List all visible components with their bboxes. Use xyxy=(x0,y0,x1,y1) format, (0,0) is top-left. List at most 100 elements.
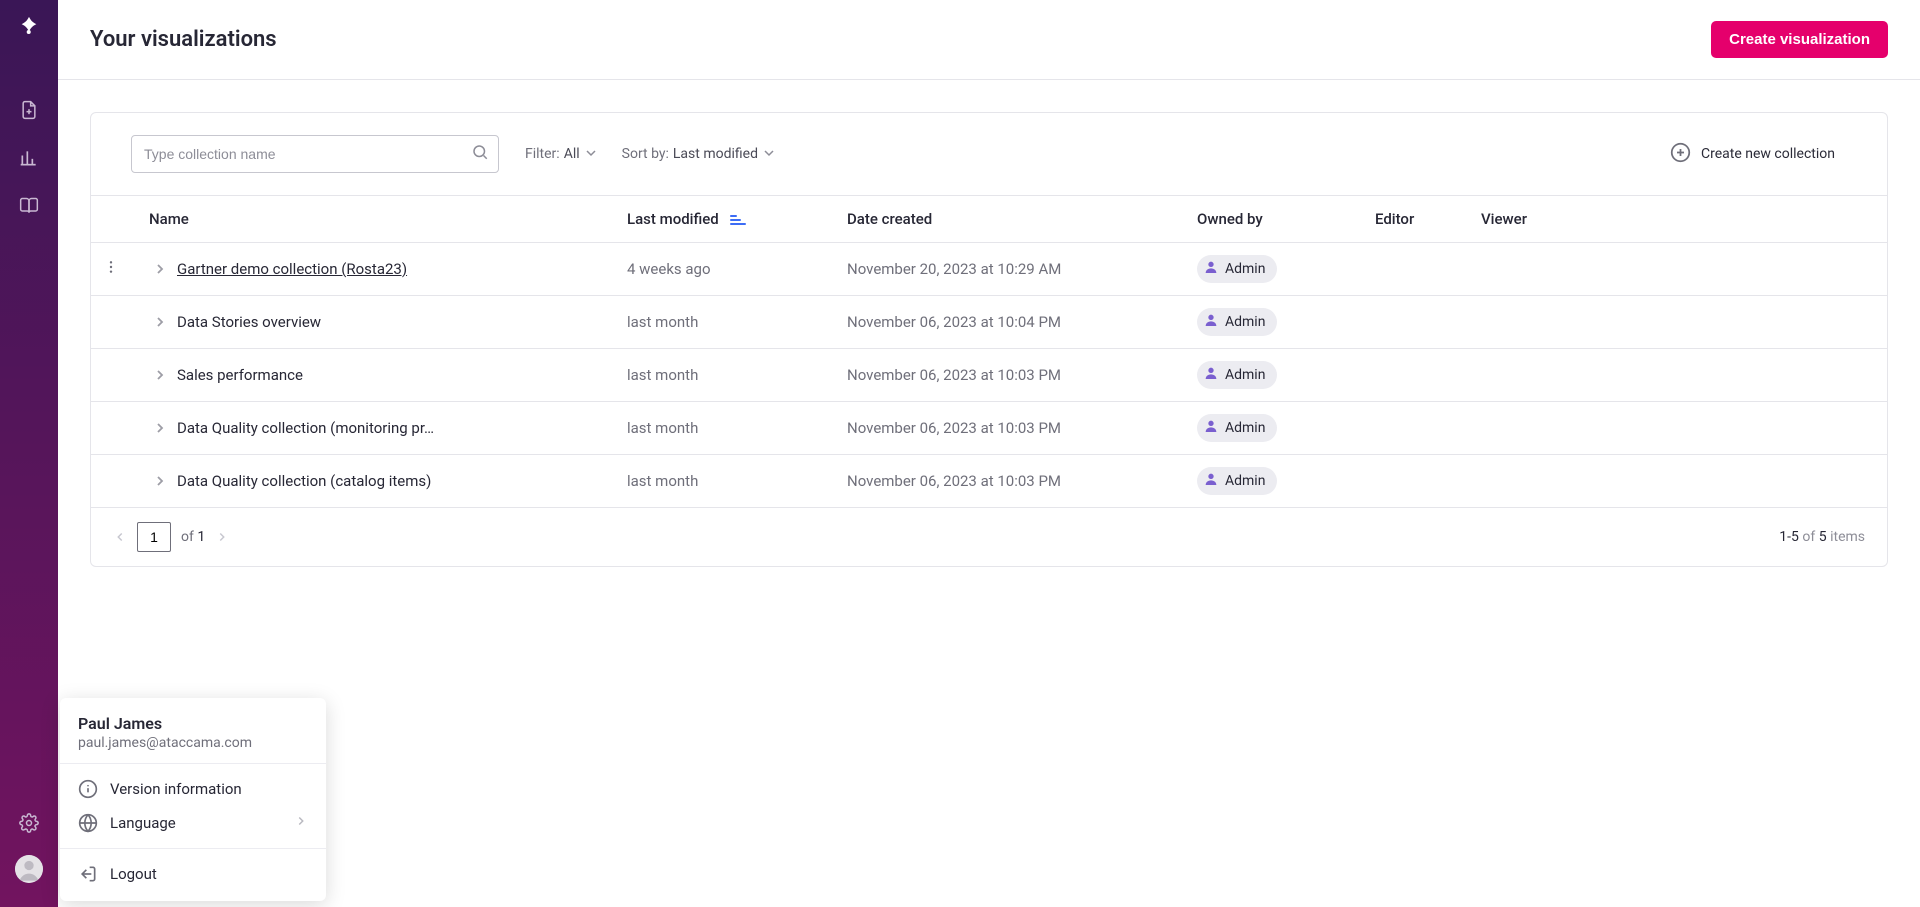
owner-chip[interactable]: Admin xyxy=(1197,361,1277,389)
cell-last-modified: last month xyxy=(609,296,829,349)
current-page-input[interactable] xyxy=(137,522,171,552)
table-row[interactable]: Data Quality collection (catalog items) l… xyxy=(91,455,1887,508)
person-icon xyxy=(1203,259,1219,279)
create-collection-label: Create new collection xyxy=(1701,146,1835,162)
menu-item-label: Version information xyxy=(110,780,308,798)
cell-owned-by: Admin xyxy=(1179,349,1357,402)
cell-date-created: November 20, 2023 at 10:29 AM xyxy=(829,243,1179,296)
filter-label: Filter: xyxy=(525,146,560,162)
menu-item-label: Language xyxy=(110,814,282,832)
sort-asc-icon xyxy=(730,214,746,226)
avatar[interactable] xyxy=(15,855,43,883)
user-menu-popup: Paul James paul.james@ataccama.com Versi… xyxy=(60,698,326,901)
cell-editor xyxy=(1357,402,1463,455)
nav-item-documents[interactable] xyxy=(0,86,58,134)
filter-value: All xyxy=(564,146,580,162)
items-count: 1-5 of 5 items xyxy=(1779,529,1865,545)
collections-card: Filter: All Sort by: Last modified xyxy=(90,112,1888,567)
collection-name[interactable]: Data Quality collection (catalog items) xyxy=(177,472,431,490)
col-header-last-modified[interactable]: Last modified xyxy=(609,196,829,243)
cell-viewer xyxy=(1463,455,1887,508)
collection-name[interactable]: Sales performance xyxy=(177,366,303,384)
cell-last-modified: 4 weeks ago xyxy=(609,243,829,296)
cell-last-modified: last month xyxy=(609,455,829,508)
col-header-owned-by[interactable]: Owned by xyxy=(1179,196,1357,243)
col-header-date-created[interactable]: Date created xyxy=(829,196,1179,243)
chevron-right-icon xyxy=(294,814,308,832)
menu-item-label: Logout xyxy=(110,865,308,883)
cell-viewer xyxy=(1463,402,1887,455)
owner-chip[interactable]: Admin xyxy=(1197,414,1277,442)
expand-toggle[interactable] xyxy=(149,423,171,433)
owner-chip[interactable]: Admin xyxy=(1197,308,1277,336)
owner-chip[interactable]: Admin xyxy=(1197,467,1277,495)
table-row[interactable]: Sales performance last monthNovember 06, … xyxy=(91,349,1887,402)
cell-editor xyxy=(1357,349,1463,402)
expand-toggle[interactable] xyxy=(149,370,171,380)
nav-item-visualizations[interactable] xyxy=(0,134,58,182)
app-logo[interactable] xyxy=(17,14,41,38)
person-icon xyxy=(1203,471,1219,491)
cell-viewer xyxy=(1463,349,1887,402)
table-row[interactable]: Data Quality collection (monitoring pr…l… xyxy=(91,402,1887,455)
row-actions-kebab[interactable] xyxy=(103,259,119,275)
cell-owned-by: Admin xyxy=(1179,296,1357,349)
cell-editor xyxy=(1357,455,1463,508)
sort-dropdown[interactable]: Sort by: Last modified xyxy=(622,146,774,162)
page-title: Your visualizations xyxy=(90,27,277,52)
filter-dropdown[interactable]: Filter: All xyxy=(525,146,596,162)
pager-prev[interactable] xyxy=(113,530,127,544)
search-icon xyxy=(471,143,489,165)
pager-next[interactable] xyxy=(215,530,229,544)
expand-toggle[interactable] xyxy=(149,317,171,327)
cell-owned-by: Admin xyxy=(1179,455,1357,508)
nav-item-user[interactable] xyxy=(0,847,58,895)
create-visualization-button[interactable]: Create visualization xyxy=(1711,21,1888,58)
info-icon xyxy=(78,779,98,799)
sort-label: Sort by: xyxy=(622,146,669,162)
cell-last-modified: last month xyxy=(609,349,829,402)
owner-chip[interactable]: Admin xyxy=(1197,255,1277,283)
menu-item-logout[interactable]: Logout xyxy=(60,857,326,891)
cell-editor xyxy=(1357,243,1463,296)
logout-icon xyxy=(78,864,98,884)
of-label: of xyxy=(181,529,194,545)
total-pages: 1 xyxy=(197,529,205,545)
nav-item-catalog[interactable] xyxy=(0,182,58,230)
plus-circle-icon xyxy=(1670,142,1691,167)
menu-item-version[interactable]: Version information xyxy=(60,772,326,806)
cell-viewer xyxy=(1463,243,1887,296)
user-menu-email: paul.james@ataccama.com xyxy=(78,735,308,751)
cell-date-created: November 06, 2023 at 10:03 PM xyxy=(829,349,1179,402)
collection-name[interactable]: Data Quality collection (monitoring pr… xyxy=(177,419,434,437)
expand-toggle[interactable] xyxy=(149,264,171,274)
table-row[interactable]: Data Stories overview last monthNovember … xyxy=(91,296,1887,349)
table-row[interactable]: Gartner demo collection (Rosta23) 4 weeks… xyxy=(91,243,1887,296)
user-menu-name: Paul James xyxy=(78,714,308,733)
collection-name[interactable]: Data Stories overview xyxy=(177,313,321,331)
nav-item-settings[interactable] xyxy=(0,799,58,847)
collection-name[interactable]: Gartner demo collection (Rosta23) xyxy=(177,260,407,278)
sort-value: Last modified xyxy=(673,146,758,162)
menu-item-language[interactable]: Language xyxy=(60,806,326,840)
cell-editor xyxy=(1357,296,1463,349)
caret-down-icon xyxy=(586,146,596,162)
cell-date-created: November 06, 2023 at 10:04 PM xyxy=(829,296,1179,349)
col-header-editor[interactable]: Editor xyxy=(1357,196,1463,243)
caret-down-icon xyxy=(764,146,774,162)
cell-viewer xyxy=(1463,296,1887,349)
expand-toggle[interactable] xyxy=(149,476,171,486)
cell-owned-by: Admin xyxy=(1179,243,1357,296)
globe-icon xyxy=(78,813,98,833)
page-header: Your visualizations Create visualization xyxy=(58,0,1920,80)
cell-owned-by: Admin xyxy=(1179,402,1357,455)
col-header-name[interactable]: Name xyxy=(131,196,609,243)
cell-date-created: November 06, 2023 at 10:03 PM xyxy=(829,402,1179,455)
person-icon xyxy=(1203,312,1219,332)
sidebar xyxy=(0,0,58,907)
create-collection-button[interactable]: Create new collection xyxy=(1670,142,1847,167)
col-header-viewer[interactable]: Viewer xyxy=(1463,196,1887,243)
collections-table: Name Last modified Date created Owned by… xyxy=(91,195,1887,508)
collection-search-input[interactable] xyxy=(131,135,499,173)
person-icon xyxy=(1203,418,1219,438)
